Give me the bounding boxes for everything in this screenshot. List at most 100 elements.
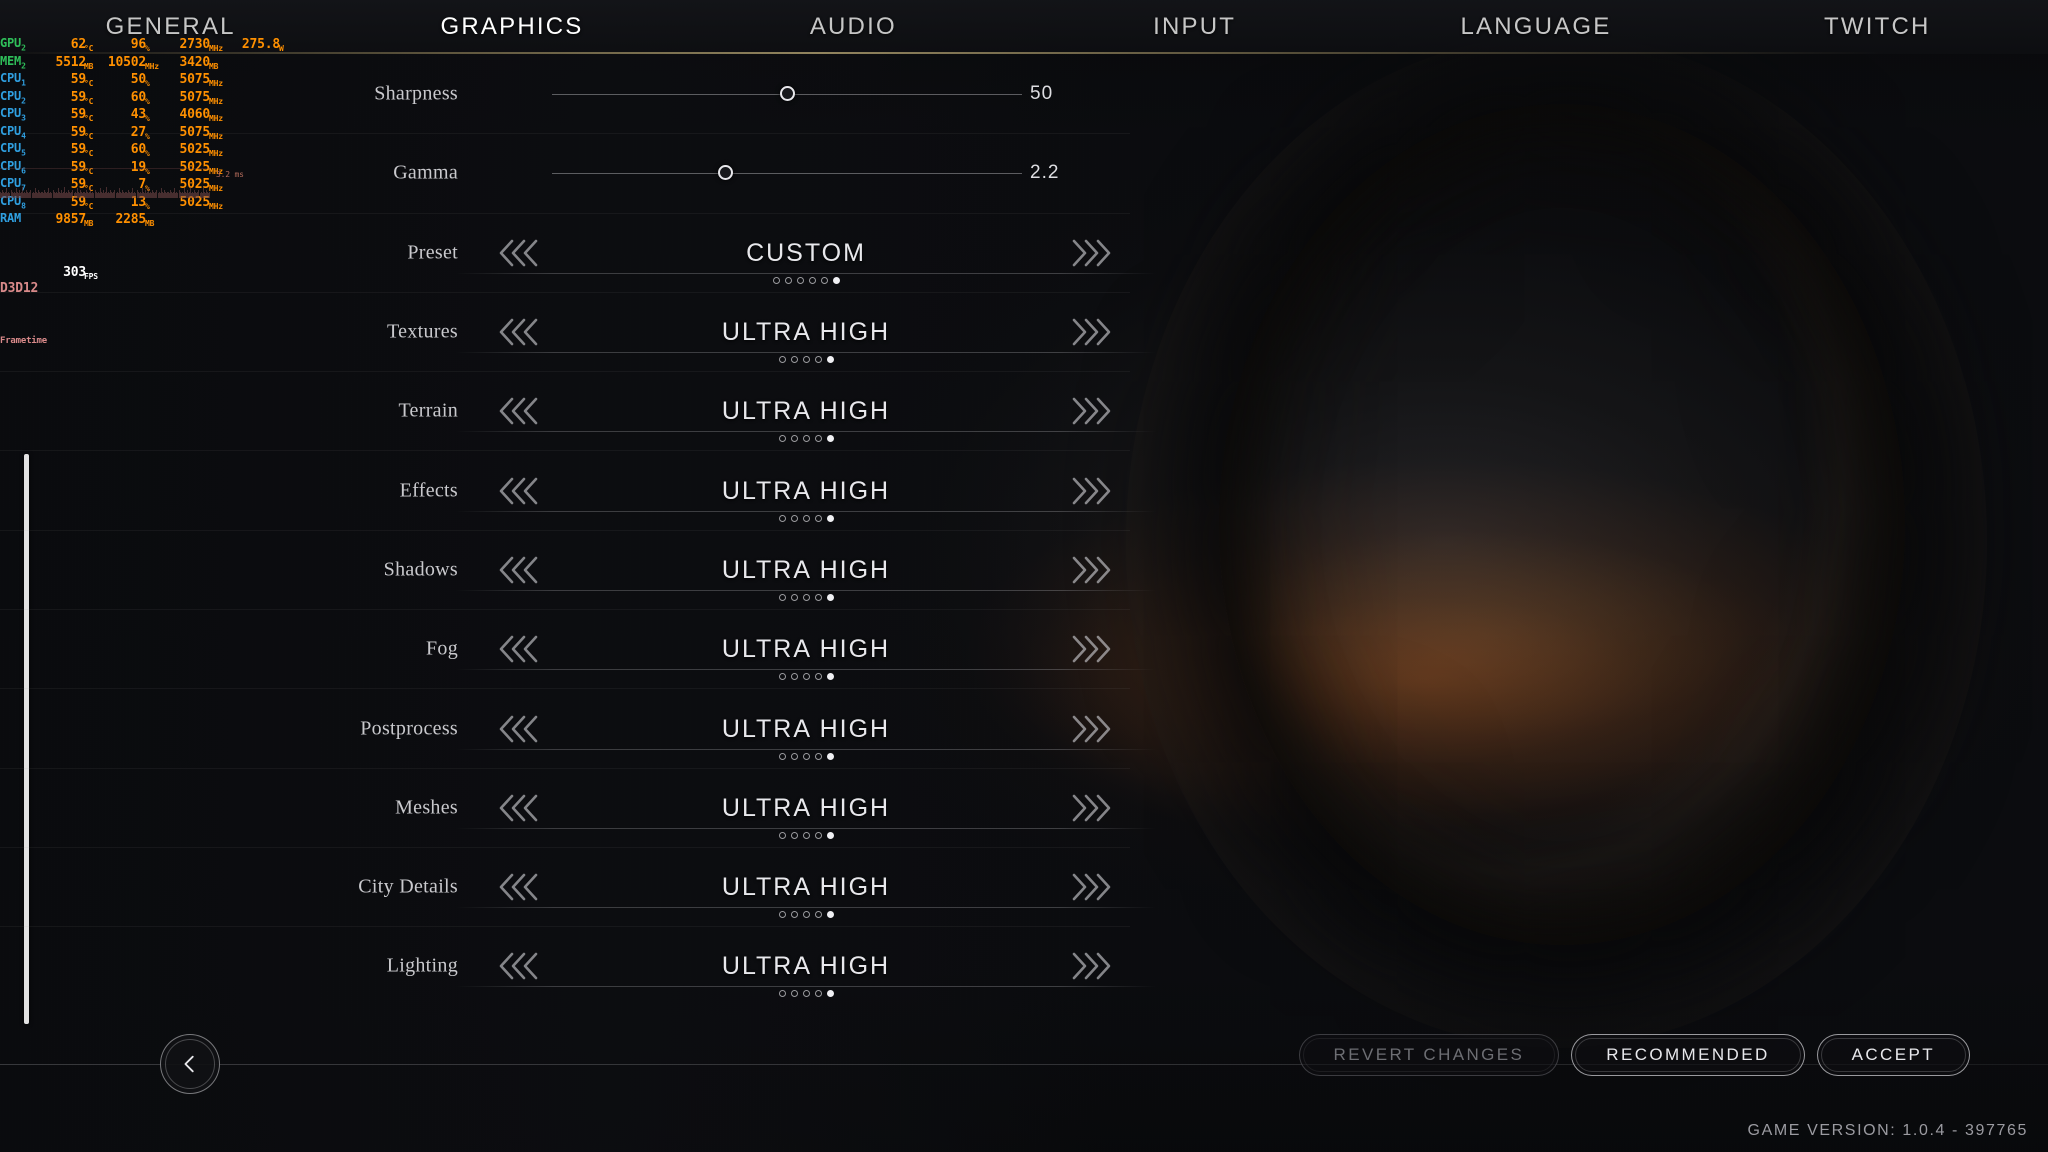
option-value: ULTRA HIGH xyxy=(721,952,891,981)
osd-metric-value: 5075 xyxy=(179,72,210,87)
tab-audio[interactable]: AUDIO xyxy=(683,13,1024,41)
osd-frametime-graph xyxy=(0,168,210,198)
osd-metric-value: 5025 xyxy=(179,142,210,157)
setting-label: Meshes xyxy=(395,796,458,819)
option-underline xyxy=(456,748,1156,750)
setting-row-postprocess: Postprocess ULTRA HIGH xyxy=(0,688,1156,767)
osd-row-frametime: Frametime xyxy=(0,315,300,346)
option-value: ULTRA HIGH xyxy=(721,555,891,584)
option-dot xyxy=(790,990,798,998)
option-value-wrap: ULTRA HIGH xyxy=(500,793,1112,823)
bottom-action-bar: REVERT CHANGES RECOMMENDED ACCEPT GAME VER… xyxy=(0,1012,2048,1152)
option-dot xyxy=(826,831,834,839)
osd-fps-value: 303 xyxy=(63,264,86,280)
setting-label: Terrain xyxy=(398,399,458,422)
option-value-wrap: ULTRA HIGH xyxy=(500,555,1112,585)
option-dot xyxy=(826,593,834,601)
slider-track xyxy=(552,173,1022,175)
osd-row: GPU2 62 °C 96% 2730 MHz 275.8 W xyxy=(0,35,300,53)
performance-overlay: GPU2 62 °C 96% 2730 MHz 275.8 W MEM2 5512 MB 10502 M… xyxy=(0,0,300,397)
osd-row: MEM2 5512 MB 10502 MHz 3420 MB xyxy=(0,53,300,71)
osd-metric-value: 60 xyxy=(130,142,146,157)
osd-metric-value: 4060 xyxy=(179,107,210,122)
osd-row-api: D3D12 303 FPS xyxy=(0,263,300,297)
tab-language[interactable]: LANGUAGE xyxy=(1365,13,1706,41)
setting-label: City Details xyxy=(358,875,458,898)
osd-metric-value: 10502 xyxy=(107,54,146,70)
option-dot xyxy=(826,435,834,443)
osd-metric-value: 5512 xyxy=(55,54,86,70)
back-button[interactable] xyxy=(160,1034,220,1094)
slider-sharpness[interactable] xyxy=(552,83,1022,105)
slider-knob[interactable] xyxy=(718,165,734,181)
setting-row-meshes: Meshes ULTRA HIGH xyxy=(0,767,1156,847)
option-value: ULTRA HIGH xyxy=(721,793,891,822)
option-underline xyxy=(456,827,1156,829)
osd-api-label: D3D12 xyxy=(0,281,39,296)
osd-metric-value: 2730 xyxy=(179,37,210,52)
option-dot xyxy=(778,990,786,998)
option-dots xyxy=(500,514,1112,522)
option-dot xyxy=(832,276,840,284)
option-dot xyxy=(814,593,822,601)
osd-metric-value: 5075 xyxy=(179,124,210,140)
option-value-wrap: ULTRA HIGH xyxy=(500,951,1112,981)
option-dot xyxy=(802,435,810,443)
option-dot xyxy=(826,911,834,919)
option-value-wrap: CUSTOM xyxy=(500,238,1112,268)
option-dot xyxy=(790,356,798,364)
option-underline xyxy=(456,272,1156,274)
option-dot xyxy=(808,276,816,284)
setting-row-city-details: City Details ULTRA HIGH xyxy=(0,846,1156,926)
option-dot xyxy=(814,514,822,522)
option-dot xyxy=(814,752,822,760)
option-value-wrap: ULTRA HIGH xyxy=(500,317,1112,347)
slider-knob[interactable] xyxy=(779,85,795,101)
setting-label: Postprocess xyxy=(360,717,458,740)
recommended-button[interactable]: RECOMMENDED xyxy=(1571,1034,1805,1076)
option-underline xyxy=(456,986,1156,988)
option-dots xyxy=(500,593,1112,601)
tab-input[interactable]: INPUT xyxy=(1024,13,1365,41)
setting-label: Shadows xyxy=(383,558,458,581)
osd-metric-value: 43 xyxy=(130,107,146,122)
option-underline xyxy=(456,510,1156,512)
option-dot xyxy=(826,752,834,760)
option-dot xyxy=(784,276,792,284)
option-dot xyxy=(814,435,822,443)
osd-row: RAM 9857 MB 2285 MB xyxy=(0,210,300,228)
option-dot xyxy=(814,990,822,998)
tab-twitch[interactable]: TWITCH xyxy=(1707,13,2048,41)
osd-metric-value: 27 xyxy=(130,124,146,140)
setting-row-lighting: Lighting ULTRA HIGH xyxy=(0,926,1156,1005)
option-underline xyxy=(456,907,1156,909)
action-buttons: REVERT CHANGES RECOMMENDED ACCEPT xyxy=(1298,1034,1970,1076)
revert-changes-button: REVERT CHANGES xyxy=(1298,1034,1560,1076)
option-dots xyxy=(500,911,1112,919)
option-dot xyxy=(826,356,834,364)
osd-row: CPU4 59 °C 27% 5075 MHz xyxy=(0,123,300,141)
option-dots xyxy=(500,673,1112,681)
chevron-left-icon xyxy=(184,1055,194,1073)
option-dot xyxy=(778,831,786,839)
top-tab-bar: GENERAL GRAPHICS AUDIO INPUT LANGUAGE TWITCH xyxy=(0,0,2048,54)
option-dot xyxy=(778,356,786,364)
tab-bar-glow xyxy=(0,52,2048,54)
osd-metric-value: 275.8 xyxy=(241,37,280,52)
slider-gamma[interactable] xyxy=(552,162,1022,184)
option-dots xyxy=(500,356,1112,364)
option-dot xyxy=(790,673,798,681)
option-dot xyxy=(802,514,810,522)
option-dot xyxy=(802,831,810,839)
osd-metric-value: 3420 xyxy=(179,54,210,70)
accept-button[interactable]: ACCEPT xyxy=(1816,1034,1970,1076)
tab-graphics[interactable]: GRAPHICS xyxy=(341,13,682,41)
osd-metric-value: 50 xyxy=(130,72,146,87)
option-value-wrap: ULTRA HIGH xyxy=(500,396,1112,426)
osd-fps-unit: FPS xyxy=(84,271,98,281)
setting-label: Lighting xyxy=(386,954,458,977)
option-dot xyxy=(802,593,810,601)
option-dot xyxy=(790,435,798,443)
option-dot xyxy=(802,356,810,364)
osd-row: CPU5 59 °C 60% 5025 MHz xyxy=(0,140,300,158)
